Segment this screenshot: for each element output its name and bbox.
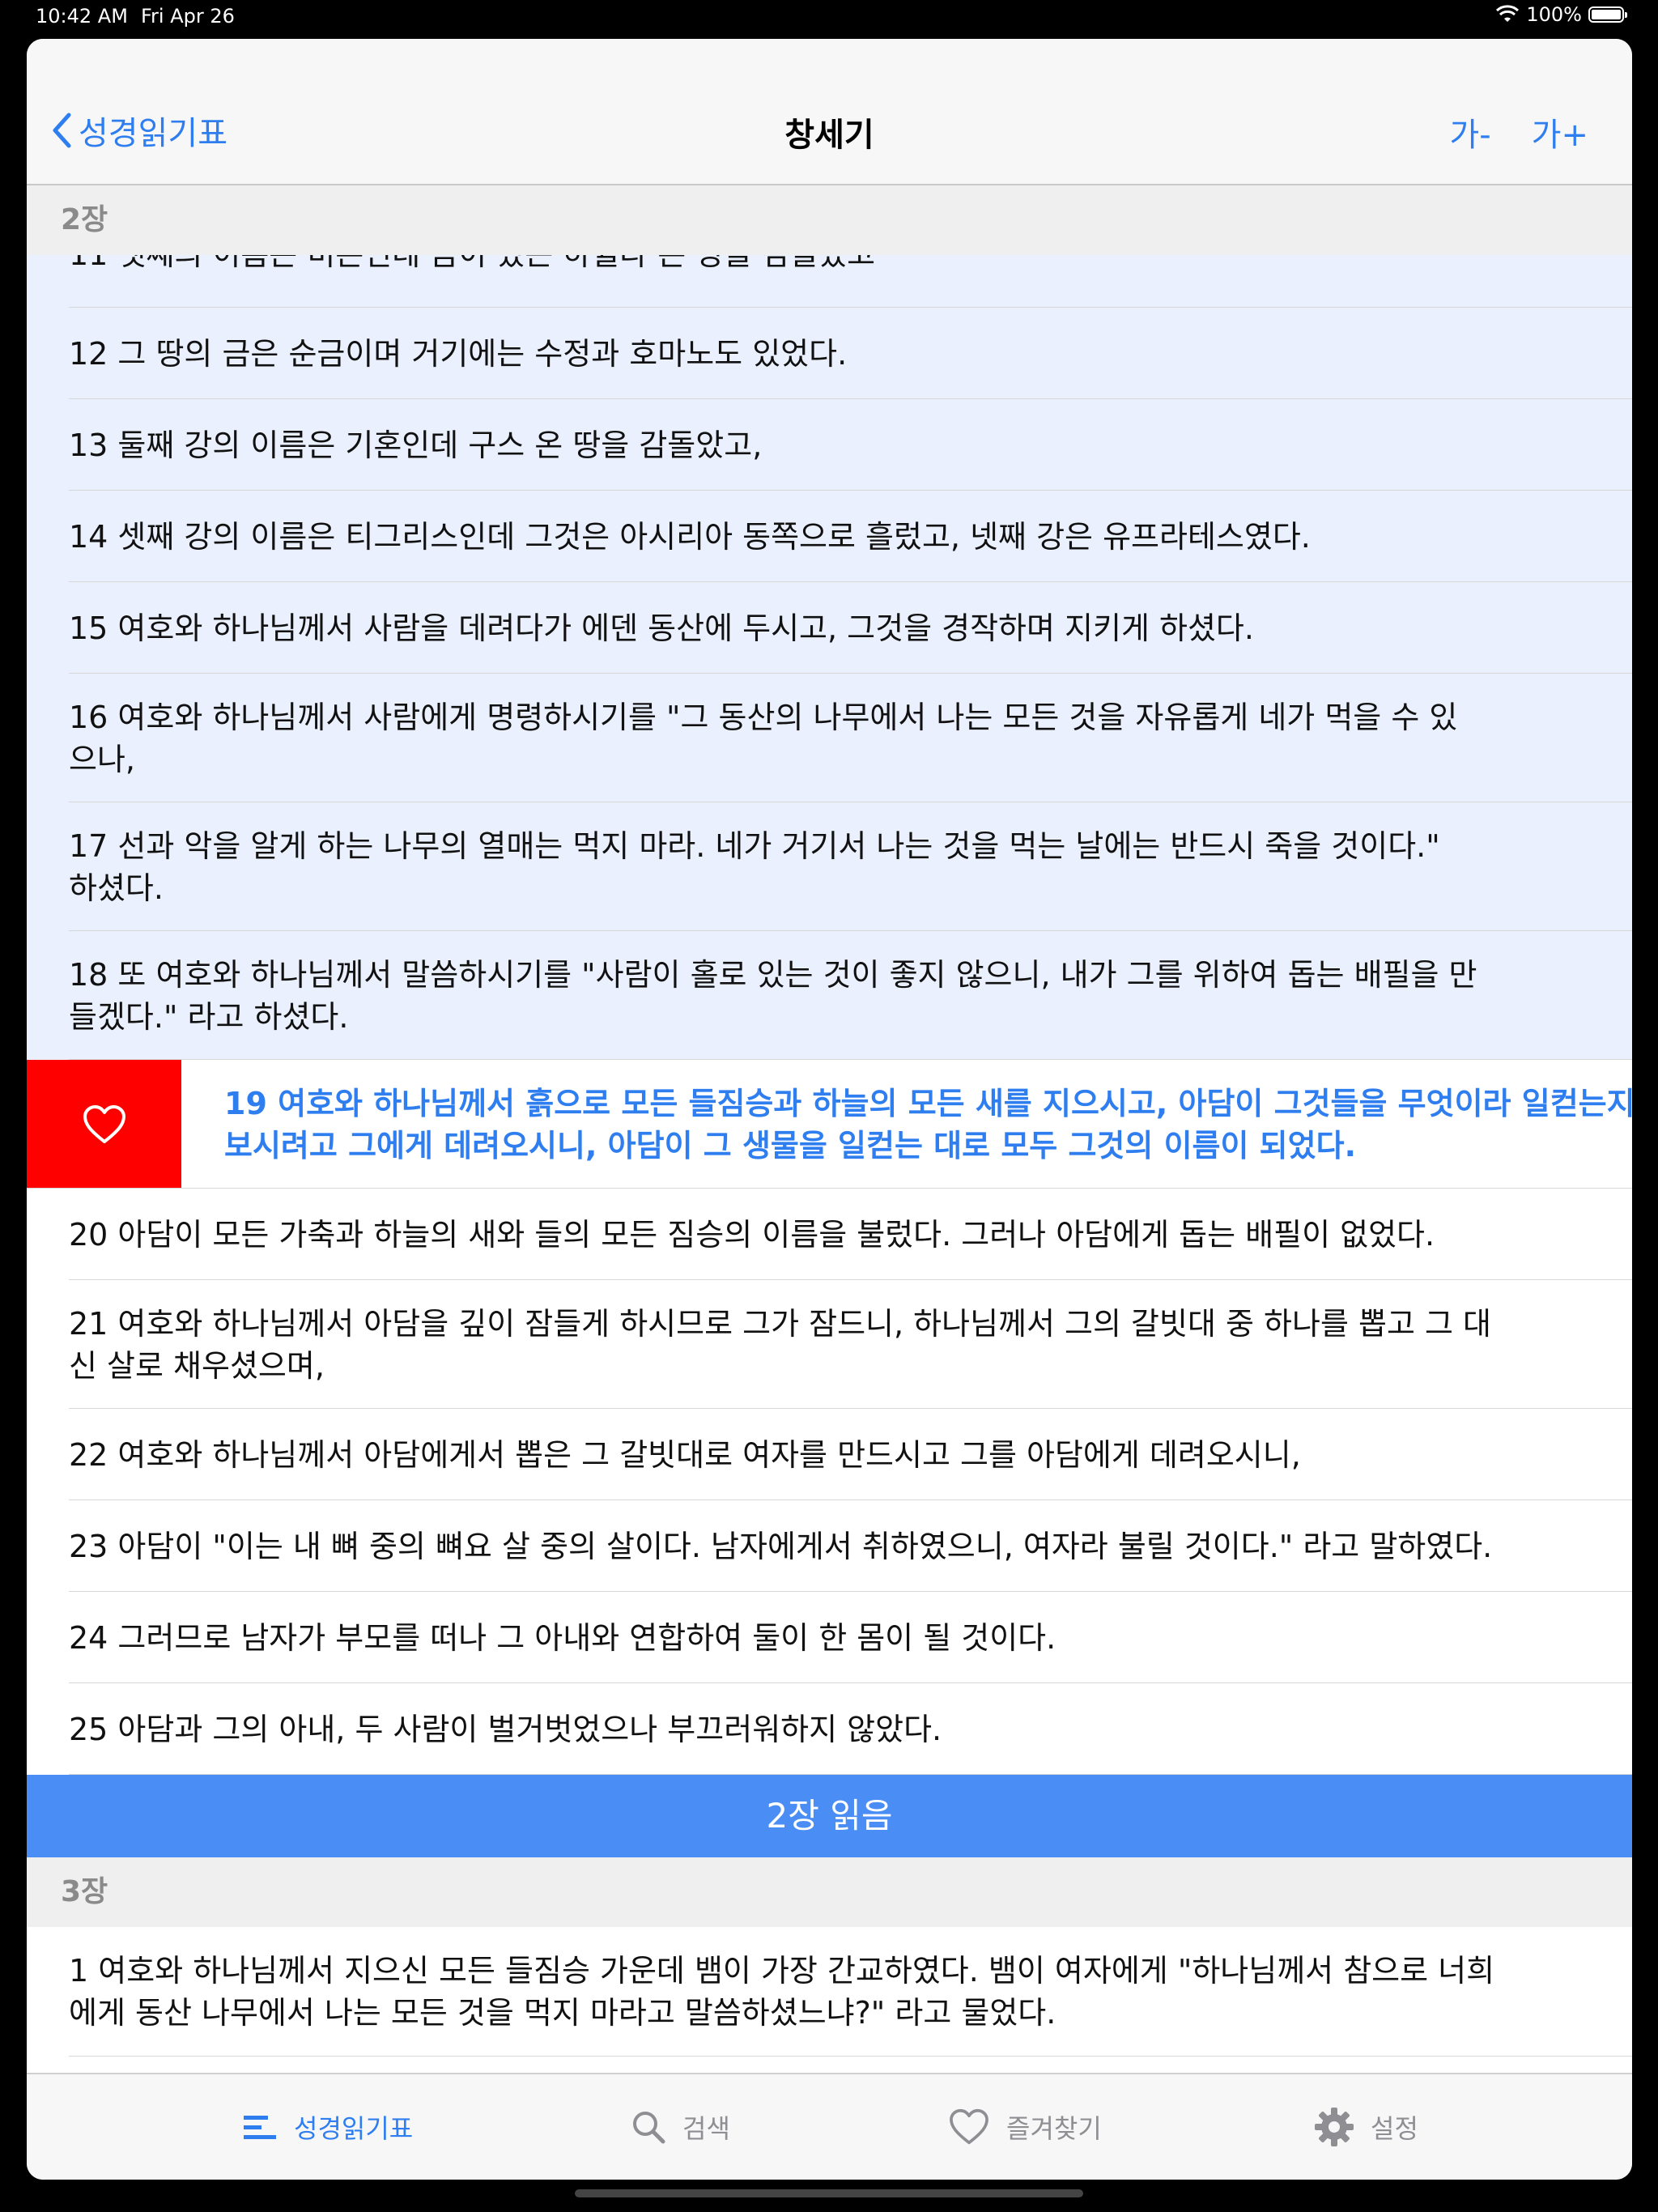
favorite-action-button[interactable] bbox=[27, 1060, 181, 1189]
verse-row[interactable]: 16 여호와 하나님께서 사람에게 명령하시기를 "그 동산의 나무에서 나는 … bbox=[27, 674, 1632, 802]
verse-text: 20 아담이 모든 가축과 하늘의 새와 들의 모든 짐승의 이름을 불렀다. … bbox=[69, 1216, 1435, 1253]
verse-text: 14 셋째 강의 이름은 티그리스인데 그것은 아시리아 동쪽으로 흘렀고, 넷… bbox=[69, 518, 1311, 555]
verse-row[interactable]: 22 여호와 하나님께서 아담에게서 뽑은 그 갈빗대로 여자를 만드시고 그를… bbox=[27, 1409, 1632, 1500]
chapter-header-2: 2장 bbox=[27, 185, 1632, 255]
verse-text: 15 여호와 하나님께서 사람을 데려다가 에덴 동산에 두시고, 그것을 경작… bbox=[69, 610, 1254, 646]
verse-row[interactable]: 23 아담이 "이는 내 뼈 중의 뼈요 살 중의 살이다. 남자에게서 취하였… bbox=[27, 1500, 1632, 1592]
verse-text: 22 여호와 하나님께서 아담에게서 뽑은 그 갈빗대로 여자를 만드시고 그를… bbox=[69, 1436, 1301, 1473]
status-date: Fri Apr 26 bbox=[141, 5, 235, 28]
verse-row[interactable]: 12 그 땅의 금은 순금이며 거기에는 수정과 호마노도 있었다. bbox=[27, 308, 1632, 399]
tab-label: 검색 bbox=[682, 2113, 730, 2144]
verse-list[interactable]: 2장 11 셋째의 이름은 비손인데 금이 있는 하윌라 온 땅을 감돌았고 1… bbox=[27, 185, 1632, 2114]
verse-row-swiped[interactable]: 19 여호와 하나님께서 흙으로 모든 들짐승과 하늘의 모든 새를 지으시고,… bbox=[27, 1060, 1632, 1189]
verse-text: 12 그 땅의 금은 순금이며 거기에는 수정과 호마노도 있었다. bbox=[69, 335, 848, 372]
verse-row[interactable]: 18 또 여호와 하나님께서 말씀하시기를 "사람이 홀로 있는 것이 좋지 않… bbox=[27, 931, 1632, 1060]
verse-text: 24 그러므로 남자가 부모를 떠나 그 아내와 연합하여 둘이 한 몸이 될 … bbox=[69, 1619, 1056, 1656]
search-icon bbox=[633, 2112, 665, 2144]
verse-row[interactable]: 21 여호와 하나님께서 아담을 깊이 잠들게 하시므로 그가 잠드니, 하나님… bbox=[27, 1280, 1632, 1409]
tab-reading-plan[interactable]: 성경읽기표 bbox=[242, 2074, 413, 2180]
verse-text: 11 셋째의 이름은 비손인데 금이 있는 하윌라 온 땅을 감돌았고 bbox=[69, 255, 875, 275]
verse-text: 25 아담과 그의 아내, 두 사람이 벌거벗었으나 부끄러워하지 않았다. bbox=[69, 1711, 942, 1747]
status-bar: 10:42 AM Fri Apr 26 100% bbox=[0, 0, 1658, 32]
chapter-header-3: 3장 bbox=[27, 1857, 1632, 1927]
font-increase-button[interactable]: 가+ bbox=[1532, 108, 1588, 155]
tab-label: 설정 bbox=[1371, 2113, 1418, 2144]
verse-row[interactable]: 17 선과 악을 알게 하는 나무의 열매는 먹지 마라. 네가 거기서 나는 … bbox=[27, 802, 1632, 931]
battery-percent: 100% bbox=[1526, 3, 1582, 26]
verse-text: 19 여호와 하나님께서 흙으로 모든 들짐승과 하늘의 모든 새를 지으시고,… bbox=[224, 1085, 1632, 1163]
tab-settings[interactable]: 설정 bbox=[1314, 2074, 1418, 2180]
verse-row[interactable]: 24 그러므로 남자가 부모를 떠나 그 아내와 연합하여 둘이 한 몸이 될 … bbox=[27, 1592, 1632, 1683]
gear-icon bbox=[1315, 2108, 1354, 2146]
battery-icon bbox=[1588, 6, 1627, 23]
verse-row[interactable]: 25 아담과 그의 아내, 두 사람이 벌거벗었으나 부끄러워하지 않았다. bbox=[27, 1683, 1632, 1775]
verse-text: 23 아담이 "이는 내 뼈 중의 뼈요 살 중의 살이다. 남자에게서 취하였… bbox=[69, 1528, 1493, 1564]
tab-search[interactable]: 검색 bbox=[631, 2074, 730, 2180]
navigation-bar: 성경읽기표 창세기 가- 가+ bbox=[27, 39, 1632, 185]
heart-icon bbox=[83, 1104, 125, 1143]
font-decrease-button[interactable]: 가- bbox=[1449, 108, 1490, 155]
status-time: 10:42 AM bbox=[36, 5, 128, 28]
verse-text: 21 여호와 하나님께서 아담을 깊이 잠들게 하시므로 그가 잠드니, 하나님… bbox=[69, 1305, 1491, 1384]
wifi-icon bbox=[1496, 5, 1520, 22]
verse-text: 17 선과 악을 알게 하는 나무의 열매는 먹지 마라. 네가 거기서 나는 … bbox=[69, 827, 1440, 906]
heart-icon bbox=[950, 2108, 988, 2145]
home-indicator[interactable] bbox=[575, 2189, 1083, 2197]
verse-text: 18 또 여호와 하나님께서 말씀하시기를 "사람이 홀로 있는 것이 좋지 않… bbox=[69, 956, 1477, 1035]
tab-favorites[interactable]: 즐겨찾기 bbox=[948, 2074, 1102, 2180]
verse-text: 13 둘째 강의 이름은 기혼인데 구스 온 땅을 감돌았고, bbox=[69, 427, 763, 463]
tab-bar: 성경읽기표 검색 즐겨찾기 설정 bbox=[27, 2073, 1632, 2180]
mark-chapter-read-button[interactable]: 2장 읽음 bbox=[27, 1775, 1632, 1857]
verse-row[interactable]: 1 여호와 하나님께서 지으신 모든 들짐승 가운데 뱀이 가장 간교하였다. … bbox=[27, 1927, 1632, 2057]
verse-row[interactable]: 13 둘째 강의 이름은 기혼인데 구스 온 땅을 감돌았고, bbox=[27, 399, 1632, 491]
verse-row[interactable]: 15 여호와 하나님께서 사람을 데려다가 에덴 동산에 두시고, 그것을 경작… bbox=[27, 582, 1632, 674]
tab-label: 즐겨찾기 bbox=[1006, 2113, 1102, 2144]
page-title: 창세기 bbox=[784, 117, 874, 154]
verse-row[interactable]: 11 셋째의 이름은 비손인데 금이 있는 하윌라 온 땅을 감돌았고 bbox=[27, 255, 1632, 308]
tab-label: 성경읽기표 bbox=[294, 2113, 414, 2144]
list-icon bbox=[244, 2116, 276, 2139]
status-indicators: 100% bbox=[1495, 3, 1627, 26]
verse-text: 1 여호와 하나님께서 지으신 모든 들짐승 가운데 뱀이 가장 간교하였다. … bbox=[69, 1953, 1495, 2031]
verse-row[interactable]: 14 셋째 강의 이름은 티그리스인데 그것은 아시리아 동쪽으로 흘렀고, 넷… bbox=[27, 491, 1632, 582]
reading-sheet: 성경읽기표 창세기 가- 가+ 2장 11 셋째의 이름은 비손인데 금이 있는… bbox=[27, 39, 1632, 2180]
font-size-controls: 가- 가+ bbox=[1449, 108, 1588, 155]
verse-row[interactable]: 20 아담이 모든 가축과 하늘의 새와 들의 모든 짐승의 이름을 불렀다. … bbox=[27, 1189, 1632, 1280]
verse-text: 16 여호와 하나님께서 사람에게 명령하시기를 "그 동산의 나무에서 나는 … bbox=[69, 699, 1458, 777]
